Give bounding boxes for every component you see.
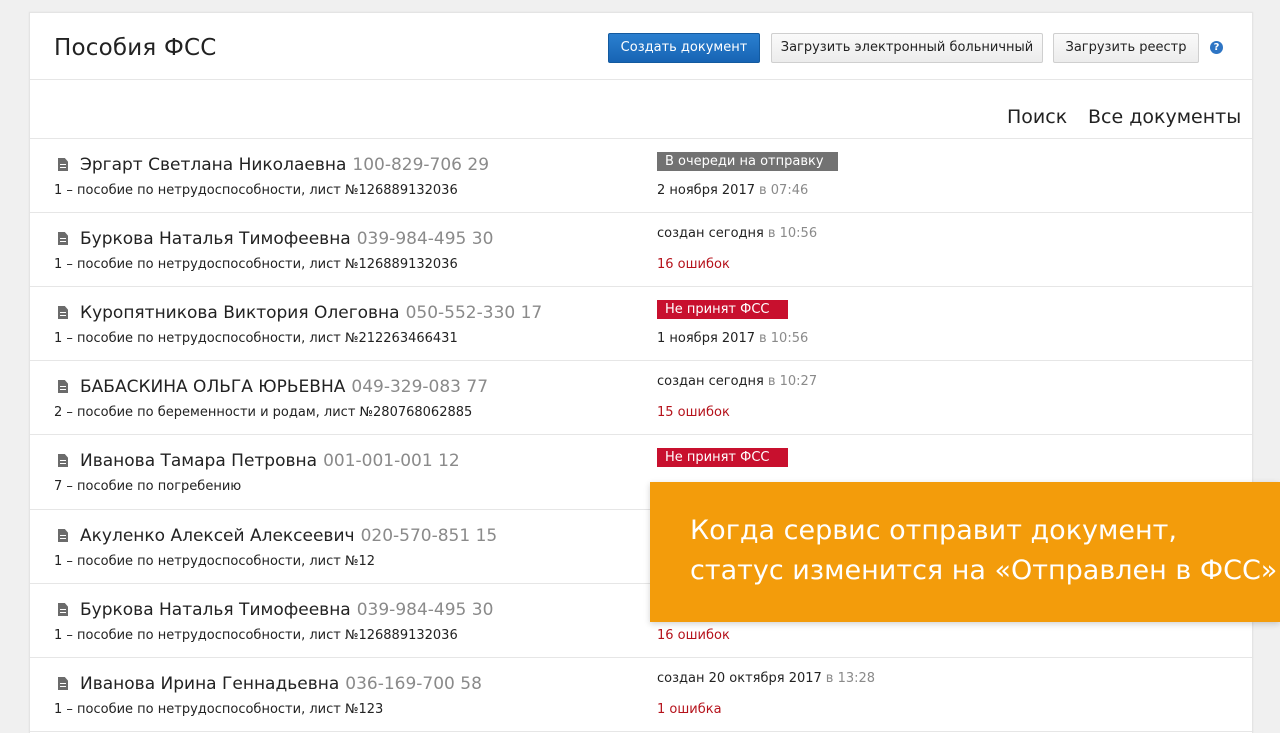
employee-name: Буркова Наталья Тимофеевна 039-984-495 30 — [80, 600, 494, 620]
employee-name: Буркова Наталья Тимофеевна 039-984-495 30 — [80, 229, 494, 249]
tutorial-callout: Когда сервис отправит документ, статус и… — [650, 482, 1280, 622]
upload-registry-button[interactable]: Загрузить реестр — [1053, 33, 1199, 63]
document-icon — [58, 529, 68, 542]
document-row[interactable]: Эргарт Светлана Николаевна 100-829-706 29… — [30, 139, 1252, 213]
employee-name: Иванова Ирина Геннадьевна 036-169-700 58 — [80, 674, 482, 694]
benefits-panel: Пособия ФСС Создать документ Загрузить э… — [29, 12, 1253, 733]
snils-number: 049-329-083 77 — [351, 377, 489, 397]
benefit-description: 1 – пособие по нетрудоспособности, лист … — [54, 628, 458, 643]
document-icon — [58, 603, 68, 616]
employee-name: Куропятникова Виктория Олеговна 050-552-3… — [80, 303, 543, 323]
search-link[interactable]: Поиск — [1007, 106, 1067, 128]
employee-name: БАБАСКИНА ОЛЬГА ЮРЬЕВНА 049-329-083 77 — [80, 377, 489, 397]
benefit-description: 1 – пособие по нетрудоспособности, лист … — [54, 554, 376, 569]
benefit-description: 1 – пособие по нетрудоспособности, лист … — [54, 183, 458, 198]
document-icon — [58, 454, 68, 467]
employee-name: Иванова Тамара Петровна 001-001-001 12 — [80, 451, 460, 471]
document-icon — [58, 158, 68, 171]
document-list: Эргарт Светлана Николаевна 100-829-706 29… — [30, 139, 1252, 732]
help-icon[interactable]: ? — [1210, 41, 1223, 54]
page-header: Пособия ФСС Создать документ Загрузить э… — [30, 13, 1252, 80]
create-document-button[interactable]: Создать документ — [608, 33, 760, 63]
benefit-description: 1 – пособие по нетрудоспособности, лист … — [54, 702, 384, 717]
error-count: 16 ошибок — [657, 628, 730, 643]
document-row[interactable]: Иванова Ирина Геннадьевна 036-169-700 58 … — [30, 658, 1252, 732]
document-row[interactable]: БАБАСКИНА ОЛЬГА ЮРЬЕВНА 049-329-083 77 2 … — [30, 361, 1252, 435]
benefit-description: 7 – пособие по погребению — [54, 479, 242, 494]
error-count: 15 ошибок — [657, 405, 730, 420]
snils-number: 039-984-495 30 — [356, 600, 494, 620]
error-count: 16 ошибок — [657, 257, 730, 272]
employee-name: Акуленко Алексей Алексеевич 020-570-851 1… — [80, 526, 498, 546]
snils-number: 100-829-706 29 — [352, 155, 490, 175]
status-date: 1 ноября 2017 в 10:56 — [657, 331, 809, 346]
status-badge: В очереди на отправку — [657, 152, 838, 171]
snils-number: 020-570-851 15 — [360, 526, 498, 546]
all-documents-link[interactable]: Все документы — [1088, 106, 1241, 128]
page-title: Пособия ФСС — [54, 35, 217, 61]
created-date: создан сегодня в 10:56 — [657, 226, 818, 241]
error-count: 1 ошибка — [657, 702, 722, 717]
sub-navigation: Поиск Все документы — [30, 80, 1252, 139]
status-date: 2 ноября 2017 в 07:46 — [657, 183, 809, 198]
status-badge: Не принят ФСС — [657, 448, 788, 467]
callout-text-line-1: Когда сервис отправит документ, — [690, 515, 1177, 546]
benefit-description: 2 – пособие по беременности и родам, лис… — [54, 405, 473, 420]
snils-number: 036-169-700 58 — [345, 674, 482, 694]
document-icon — [58, 677, 68, 690]
snils-number: 050-552-330 17 — [405, 303, 543, 323]
benefit-description: 1 – пособие по нетрудоспособности, лист … — [54, 257, 458, 272]
status-badge: Не принят ФСС — [657, 300, 788, 319]
document-row[interactable]: Куропятникова Виктория Олеговна 050-552-3… — [30, 287, 1252, 361]
employee-name: Эргарт Светлана Николаевна 100-829-706 29 — [80, 155, 490, 175]
document-icon — [58, 306, 68, 319]
snils-number: 039-984-495 30 — [356, 229, 494, 249]
document-row[interactable]: Буркова Наталья Тимофеевна 039-984-495 30… — [30, 213, 1252, 287]
snils-number: 001-001-001 12 — [323, 451, 460, 471]
document-icon — [58, 232, 68, 245]
created-date: создан 20 октября 2017 в 13:28 — [657, 671, 876, 686]
document-icon — [58, 380, 68, 393]
upload-sick-leave-button[interactable]: Загрузить электронный больничный — [771, 33, 1043, 63]
created-date: создан сегодня в 10:27 — [657, 374, 818, 389]
benefit-description: 1 – пособие по нетрудоспособности, лист … — [54, 331, 458, 346]
callout-text-line-2: статус изменится на «Отправлен в ФСС» — [690, 555, 1278, 586]
